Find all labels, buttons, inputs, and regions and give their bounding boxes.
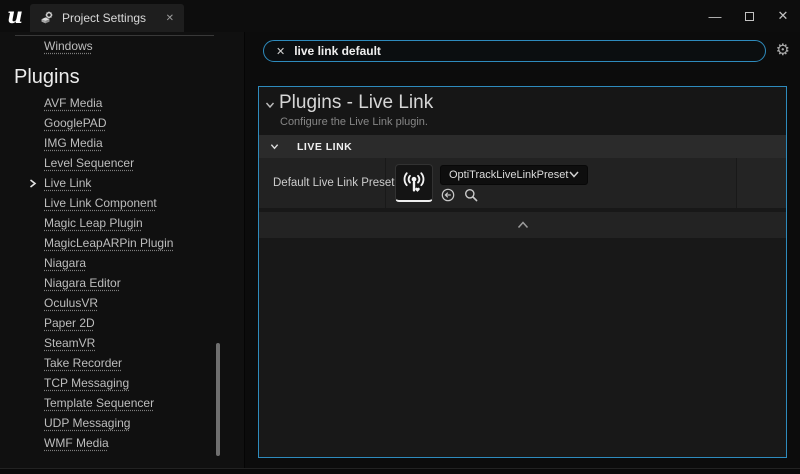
panel-subtitle: Configure the Live Link plugin. xyxy=(259,116,786,128)
sidebar-item-avf-media[interactable]: AVF Media xyxy=(0,93,244,113)
sidebar-item-label: Paper 2D xyxy=(44,316,95,330)
property-value-cell: OptiTrackLiveLinkPreset xyxy=(386,158,737,208)
tab-project-settings[interactable]: Project Settings ✕ xyxy=(30,4,184,32)
chevron-down-icon xyxy=(270,142,279,151)
sidebar-item-label: Template Sequencer xyxy=(44,396,154,410)
live-link-broadcast-icon xyxy=(401,170,427,196)
sidebar-item-label: MagicLeapARPin Plugin xyxy=(44,236,173,250)
sidebar-item-windows[interactable]: Windows xyxy=(0,36,244,56)
settings-main-area: ✕ live link default ⚙ Plugins - Live Lin… xyxy=(245,32,800,468)
project-settings-window: u Project Settings ✕ — ✕ xyxy=(0,0,800,474)
sidebar-item-wmf-media[interactable]: WMF Media xyxy=(0,433,244,453)
preset-dropdown-value: OptiTrackLiveLinkPreset xyxy=(449,169,568,181)
panel-title: Plugins - Live Link xyxy=(279,92,433,114)
sidebar-item-label: Level Sequencer xyxy=(44,156,134,170)
asset-picker: OptiTrackLiveLinkPreset xyxy=(440,165,588,202)
sidebar-item-label: WMF Media xyxy=(44,436,109,450)
sidebar-item-paper-2d[interactable]: Paper 2D xyxy=(0,313,244,333)
sidebar-item-magicleaparpin-plugin[interactable]: MagicLeapARPin Plugin xyxy=(0,233,244,253)
panel-empty-area xyxy=(259,238,786,457)
sidebar-item-label: SteamVR xyxy=(44,336,95,350)
search-value: live link default xyxy=(294,44,381,58)
sidebar-item-img-media[interactable]: IMG Media xyxy=(0,133,244,153)
chevron-down-icon xyxy=(265,100,275,110)
maximize-icon xyxy=(745,12,754,21)
sidebar-item-magic-leap-plugin[interactable]: Magic Leap Plugin xyxy=(0,213,244,233)
clear-search-icon[interactable]: ✕ xyxy=(276,45,285,58)
use-selected-asset-icon[interactable] xyxy=(441,188,455,202)
preset-dropdown[interactable]: OptiTrackLiveLinkPreset xyxy=(440,165,588,185)
sidebar-item-label: Niagara Editor xyxy=(44,276,121,290)
sidebar-item-label: Magic Leap Plugin xyxy=(44,216,143,230)
sidebar-item-label: Take Recorder xyxy=(44,356,122,370)
sidebar-scrollbar[interactable] xyxy=(216,343,220,456)
sidebar-item-oculusvr[interactable]: OculusVR xyxy=(0,293,244,313)
sidebar-item-take-recorder[interactable]: Take Recorder xyxy=(0,353,244,373)
sidebar-item-live-link[interactable]: Live Link xyxy=(0,173,244,193)
property-row-default-live-link-preset: Default Live Link Preset xyxy=(259,158,786,208)
sidebar-item-label: TCP Messaging xyxy=(44,376,129,390)
project-settings-icon xyxy=(40,11,54,25)
sidebar-item-label: Windows xyxy=(44,39,93,53)
browse-asset-magnifier-icon[interactable] xyxy=(464,188,478,202)
sidebar-item-template-sequencer[interactable]: Template Sequencer xyxy=(0,393,244,413)
title-bar: u Project Settings ✕ — ✕ xyxy=(0,0,800,32)
sidebar-item-label: Live Link xyxy=(44,176,91,190)
property-label: Default Live Link Preset xyxy=(273,177,394,189)
sidebar-item-label: Live Link Component xyxy=(44,196,157,210)
window-bottom-strip xyxy=(0,468,800,474)
property-label-cell: Default Live Link Preset xyxy=(259,158,386,208)
chevron-down-icon xyxy=(569,171,579,178)
close-button[interactable]: ✕ xyxy=(766,8,800,24)
sidebar-item-udp-messaging[interactable]: UDP Messaging xyxy=(0,413,244,433)
live-link-settings-panel: Plugins - Live Link Configure the Live L… xyxy=(258,86,787,458)
settings-sidebar: Windows Plugins AVF Media GooglePAD IMG … xyxy=(0,32,245,468)
sidebar-item-niagara-editor[interactable]: Niagara Editor xyxy=(0,273,244,293)
sidebar-item-tcp-messaging[interactable]: TCP Messaging xyxy=(0,373,244,393)
asset-thumbnail[interactable] xyxy=(395,164,433,202)
unreal-logo-icon: u xyxy=(0,1,30,31)
sidebar-item-label: OculusVR xyxy=(44,296,98,310)
minimize-button[interactable]: — xyxy=(698,9,732,24)
search-input[interactable]: ✕ live link default xyxy=(263,40,766,62)
maximize-button[interactable] xyxy=(732,9,766,24)
section-label: LIVE LINK xyxy=(297,141,352,153)
panel-title-row[interactable]: Plugins - Live Link xyxy=(259,87,786,114)
window-body: Windows Plugins AVF Media GooglePAD IMG … xyxy=(0,32,800,468)
tab-title: Project Settings xyxy=(62,11,146,25)
sidebar-item-label: Niagara xyxy=(44,256,86,270)
sidebar-section-plugins: Plugins xyxy=(0,65,244,89)
sidebar-item-googlepad[interactable]: GooglePAD xyxy=(0,113,244,133)
collapse-details-bar[interactable] xyxy=(259,212,786,238)
tab-close-icon[interactable]: ✕ xyxy=(166,13,174,24)
section-header-live-link[interactable]: LIVE LINK xyxy=(259,135,786,158)
sidebar-item-label: GooglePAD xyxy=(44,116,106,130)
sidebar-item-label: AVF Media xyxy=(44,96,102,110)
chevron-up-icon xyxy=(517,221,529,229)
sidebar-item-label: IMG Media xyxy=(44,136,103,150)
sidebar-item-label: UDP Messaging xyxy=(44,416,130,430)
property-reset-cell xyxy=(737,158,786,208)
sidebar-item-live-link-component[interactable]: Live Link Component xyxy=(0,193,244,213)
search-settings-gear-icon[interactable]: ⚙ xyxy=(776,41,790,61)
sidebar-item-niagara[interactable]: Niagara xyxy=(0,253,244,273)
asset-buttons xyxy=(441,188,588,202)
chevron-right-icon xyxy=(28,179,37,188)
window-controls: — ✕ xyxy=(698,0,800,32)
sidebar-item-steamvr[interactable]: SteamVR xyxy=(0,333,244,353)
sidebar-item-level-sequencer[interactable]: Level Sequencer xyxy=(0,153,244,173)
